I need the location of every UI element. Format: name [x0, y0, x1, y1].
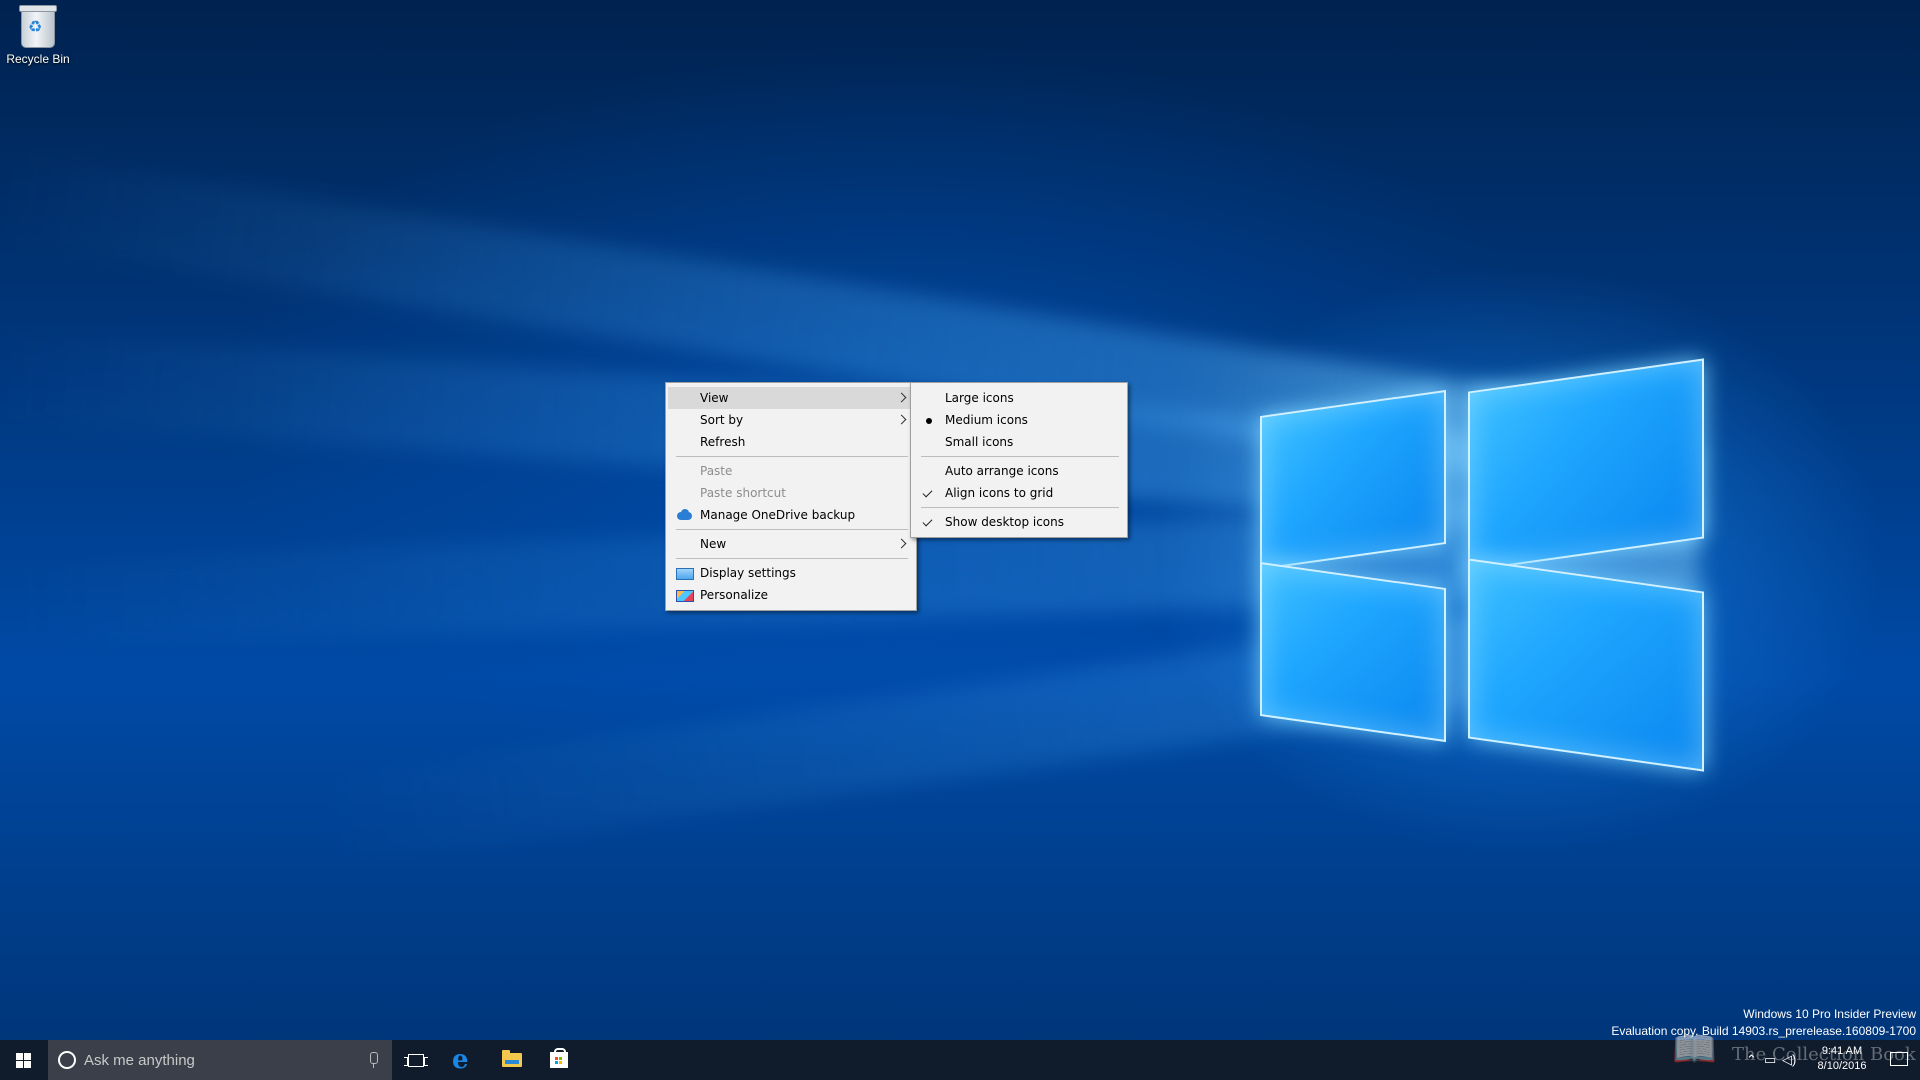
cortana-icon: [58, 1051, 76, 1069]
chevron-right-icon: [898, 387, 906, 409]
submenu-item-align-to-grid[interactable]: Align icons to grid: [913, 482, 1125, 504]
build-watermark: Windows 10 Pro Insider Preview Evaluatio…: [1611, 1006, 1916, 1040]
checkmark-icon: [921, 486, 937, 500]
taskbar: Ask me anything e ⌃ ▭ ◁) 9:41 AM 8/10/20…: [0, 1040, 1920, 1080]
taskbar-store[interactable]: [536, 1040, 584, 1080]
menu-item-paste[interactable]: Paste: [668, 460, 914, 482]
menu-item-paste-shortcut[interactable]: Paste shortcut: [668, 482, 914, 504]
menu-separator: [676, 456, 908, 457]
edge-icon: e: [452, 1045, 469, 1075]
menu-item-label: Manage OneDrive backup: [700, 508, 856, 522]
menu-item-refresh[interactable]: Refresh: [668, 431, 914, 453]
file-explorer-icon: [502, 1050, 522, 1067]
windows-start-icon: [16, 1053, 31, 1068]
menu-item-label: Show desktop icons: [945, 515, 1065, 529]
menu-item-label: View: [700, 391, 729, 405]
submenu-item-show-desktop-icons[interactable]: Show desktop icons: [913, 511, 1125, 533]
menu-item-manage-onedrive-backup[interactable]: Manage OneDrive backup: [668, 504, 914, 526]
personalize-icon: [676, 590, 694, 602]
menu-item-label: Align icons to grid: [945, 486, 1054, 500]
menu-item-new[interactable]: New: [668, 533, 914, 555]
overlay-watermark-text: The Collection Book: [1732, 1044, 1916, 1065]
menu-item-label: Paste shortcut: [700, 486, 786, 500]
bullet-icon: [921, 413, 937, 427]
desktop-icon-label: Recycle Bin: [6, 52, 70, 66]
menu-separator: [676, 529, 908, 530]
menu-item-label: Personalize: [700, 588, 769, 602]
task-view-button[interactable]: [392, 1040, 440, 1080]
chevron-right-icon: [898, 533, 906, 555]
desktop-context-menu: View Sort by Refresh Paste Paste shortcu…: [665, 382, 917, 611]
menu-item-label: Large icons: [945, 391, 1014, 405]
search-placeholder: Ask me anything: [84, 1052, 195, 1069]
menu-separator: [676, 558, 908, 559]
checkmark-icon: [921, 515, 937, 529]
menu-item-personalize[interactable]: Personalize: [668, 584, 914, 606]
start-button[interactable]: [0, 1040, 48, 1080]
menu-separator: [921, 456, 1119, 457]
view-submenu: Large icons Medium icons Small icons Aut…: [910, 382, 1128, 538]
submenu-item-small-icons[interactable]: Small icons: [913, 431, 1125, 453]
menu-item-view[interactable]: View: [668, 387, 914, 409]
menu-item-label: Display settings: [700, 566, 796, 580]
search-box[interactable]: Ask me anything: [48, 1040, 392, 1080]
menu-item-label: New: [700, 537, 727, 551]
submenu-item-medium-icons[interactable]: Medium icons: [913, 409, 1125, 431]
store-icon: [550, 1048, 568, 1068]
recycle-bin-icon: [19, 5, 57, 48]
chevron-right-icon: [898, 409, 906, 431]
menu-separator: [921, 507, 1119, 508]
task-view-icon: [404, 1054, 428, 1067]
submenu-item-auto-arrange[interactable]: Auto arrange icons: [913, 460, 1125, 482]
menu-item-display-settings[interactable]: Display settings: [668, 562, 914, 584]
taskbar-file-explorer[interactable]: [488, 1040, 536, 1080]
book-logo-icon: 📖: [1672, 1028, 1717, 1069]
watermark-build: Evaluation copy. Build 14903.rs_prerelea…: [1611, 1024, 1916, 1038]
menu-item-label: Auto arrange icons: [945, 464, 1059, 478]
taskbar-edge[interactable]: e: [440, 1040, 488, 1080]
menu-item-label: Medium icons: [945, 413, 1028, 427]
menu-item-sort-by[interactable]: Sort by: [668, 409, 914, 431]
menu-item-label: Refresh: [700, 435, 746, 449]
windows-logo-graphic: [1260, 345, 1710, 785]
submenu-item-large-icons[interactable]: Large icons: [913, 387, 1125, 409]
menu-item-label: Small icons: [945, 435, 1014, 449]
onedrive-icon: [676, 508, 692, 522]
microphone-icon[interactable]: [370, 1052, 378, 1068]
display-settings-icon: [676, 568, 694, 580]
menu-item-label: Sort by: [700, 413, 744, 427]
desktop-icon-recycle-bin[interactable]: Recycle Bin: [4, 5, 72, 66]
watermark-edition: Windows 10 Pro Insider Preview: [1743, 1007, 1916, 1021]
menu-item-label: Paste: [700, 464, 733, 478]
